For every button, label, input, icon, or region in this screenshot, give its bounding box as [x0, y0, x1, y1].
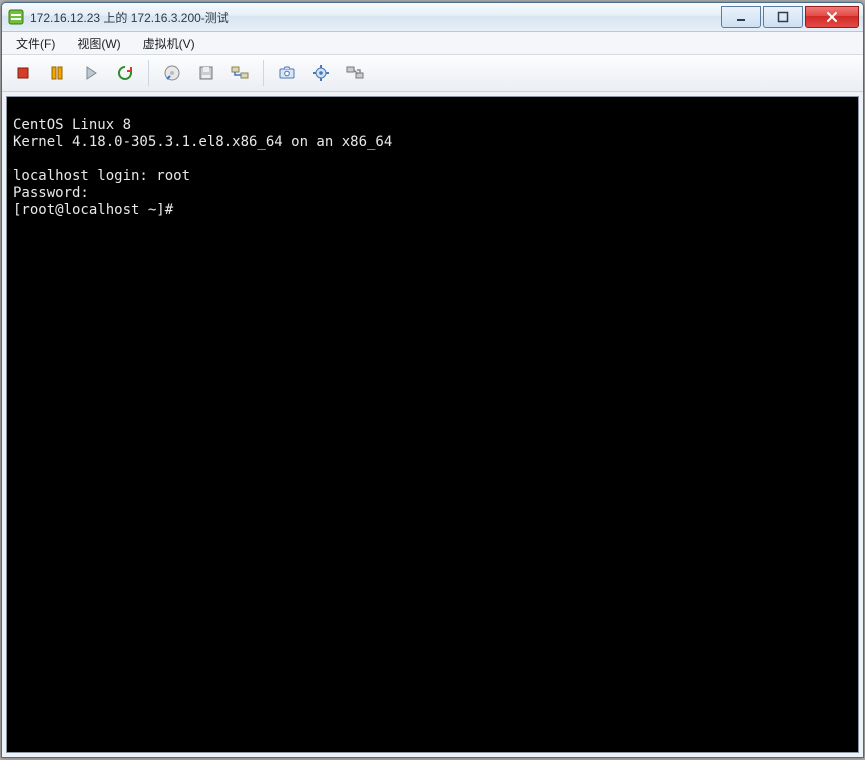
play-button[interactable]: [76, 58, 106, 88]
stop-button[interactable]: [8, 58, 38, 88]
watermark: @51CTO博客: [768, 731, 855, 751]
window-controls: [719, 6, 859, 28]
toolbar-separator: [148, 60, 149, 86]
titlebar: 172.16.12.23 上的 172.16.3.200-测试: [2, 3, 863, 32]
menu-view[interactable]: 视图(W): [71, 33, 126, 54]
refresh-button[interactable]: [110, 58, 140, 88]
fullscreen-button[interactable]: [340, 58, 370, 88]
toolbar-separator: [263, 60, 264, 86]
terminal-line: Kernel 4.18.0-305.3.1.el8.x86_64 on an x…: [13, 134, 392, 150]
maximize-button[interactable]: [763, 6, 803, 28]
menu-vm[interactable]: 虚拟机(V): [137, 33, 201, 54]
pause-button[interactable]: [42, 58, 72, 88]
terminal-line: Password:: [13, 185, 89, 201]
snapshot-button[interactable]: [272, 58, 302, 88]
settings-button[interactable]: [306, 58, 336, 88]
minimize-button[interactable]: [721, 6, 761, 28]
terminal-line: CentOS Linux 8: [13, 117, 131, 133]
cdrom-button[interactable]: [157, 58, 187, 88]
menubar: 文件(F) 视图(W) 虚拟机(V): [2, 32, 863, 55]
network-button[interactable]: [225, 58, 255, 88]
window-title: 172.16.12.23 上的 172.16.3.200-测试: [30, 9, 719, 26]
terminal-line: localhost login: root: [13, 168, 190, 184]
menu-file[interactable]: 文件(F): [10, 33, 61, 54]
vm-console[interactable]: CentOS Linux 8 Kernel 4.18.0-305.3.1.el8…: [6, 96, 859, 753]
floppy-button[interactable]: [191, 58, 221, 88]
close-button[interactable]: [805, 6, 859, 28]
terminal-prompt: [root@localhost ~]#: [13, 202, 173, 218]
toolbar: [2, 55, 863, 92]
vmware-remote-console-window: 172.16.12.23 上的 172.16.3.200-测试 文件(F) 视图…: [1, 2, 864, 758]
terminal-output: CentOS Linux 8 Kernel 4.18.0-305.3.1.el8…: [7, 111, 858, 225]
app-icon: [8, 9, 24, 25]
